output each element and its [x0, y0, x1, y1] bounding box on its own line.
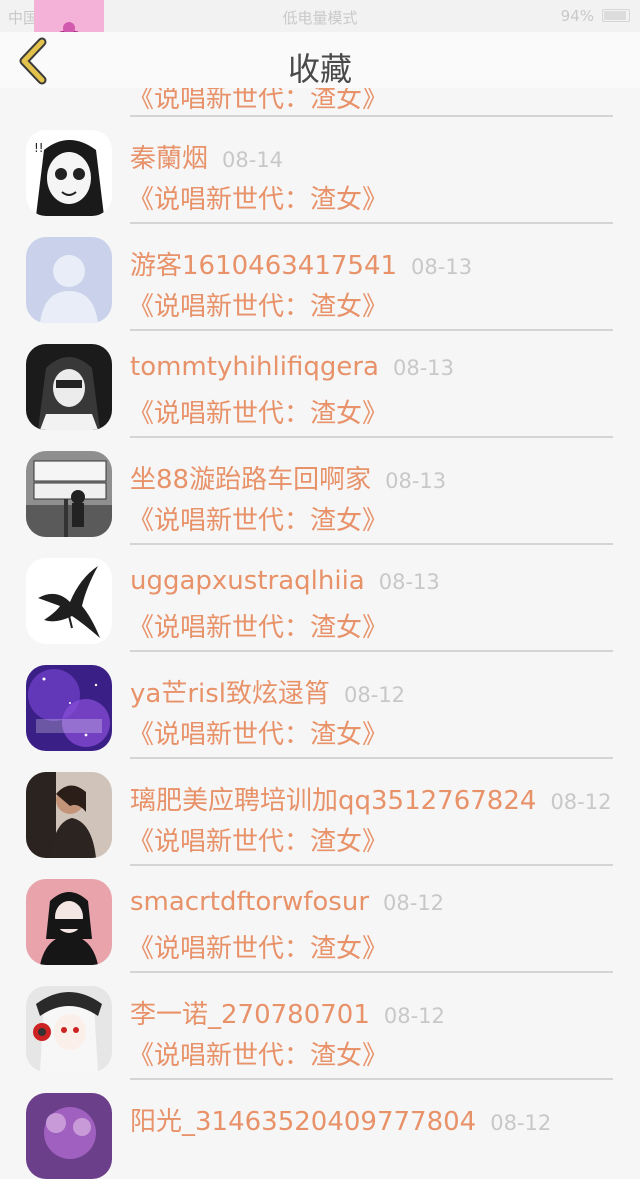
avatar [26, 1093, 112, 1179]
item-date: 08-13 [392, 356, 454, 380]
item-title: 《说唱新世代：渣女》 [128, 506, 389, 536]
item-title: 《说唱新世代：渣女》 [128, 934, 389, 964]
item-date: 08-12 [344, 683, 406, 707]
user-name: 游客1610463417541 [130, 251, 398, 281]
favorites-list: 《说唱新世代：渣女》 !! 秦蘭烟 08-14 《说唱新世代：渣女》 游客1610… [0, 0, 640, 1179]
favorite-item[interactable]: !! 秦蘭烟 08-14 《说唱新世代：渣女》 [0, 105, 640, 224]
user-name: 秦蘭烟 [130, 144, 209, 174]
item-title: 《说唱新世代：渣女》 [128, 399, 389, 429]
user-name: 坐88漩跆路车回啊家 [130, 465, 372, 495]
favorite-item[interactable]: 李一诺_270780701 08-12 《说唱新世代：渣女》 [0, 961, 640, 1080]
item-date: 08-12 [383, 891, 445, 915]
item-date: 08-12 [383, 1004, 445, 1028]
item-date: 08-13 [385, 469, 447, 493]
item-title: 《说唱新世代：渣女》 [128, 292, 389, 322]
item-title: 《说唱新世代：渣女》 [128, 185, 389, 215]
item-date: 08-12 [550, 790, 612, 814]
item-date: 08-14 [222, 148, 284, 172]
user-name: 璃肥美应聘培训加qq3512767824 [130, 786, 537, 816]
avatar [26, 237, 112, 323]
user-name: ya芒risl致炫逯筲 [130, 679, 331, 709]
user-name: tommtyhihlifiqgera [130, 352, 379, 382]
item-date: 08-13 [411, 255, 473, 279]
favorite-item[interactable]: smacrtdftorwfosur 08-12 《说唱新世代：渣女》 [0, 854, 640, 973]
nav-bar: 收藏 [0, 32, 640, 88]
svg-text:!!: !! [34, 141, 44, 155]
avatar [26, 772, 112, 858]
avatar [26, 986, 112, 1072]
page-title: 收藏 [287, 50, 352, 88]
favorite-item[interactable]: 游客1610463417541 08-13 《说唱新世代：渣女》 [0, 212, 640, 331]
avatar [26, 344, 112, 430]
favorite-item[interactable]: 阳光_31463520409777804 08-12 [0, 1068, 640, 1179]
user-name: smacrtdftorwfosur [130, 887, 370, 917]
favorite-item[interactable]: ya芒risl致炫逯筲 08-12 《说唱新世代：渣女》 [0, 640, 640, 759]
avatar [26, 879, 112, 965]
favorite-item[interactable]: 璃肥美应聘培训加qq3512767824 08-12 《说唱新世代：渣女》 [0, 747, 640, 866]
item-title: 《说唱新世代：渣女》 [128, 720, 389, 750]
item-date: 08-12 [490, 1111, 552, 1135]
item-title: 《说唱新世代：渣女》 [128, 1041, 389, 1071]
avatar [26, 558, 112, 644]
favorite-item[interactable]: tommtyhihlifiqgera 08-13 《说唱新世代：渣女》 [0, 319, 640, 438]
item-date: 08-13 [378, 570, 440, 594]
user-name: 李一诺_270780701 [130, 1000, 370, 1030]
avatar [26, 665, 112, 751]
user-name: uggapxustraqlhiia [130, 566, 365, 596]
avatar [26, 451, 112, 537]
item-title: 《说唱新世代：渣女》 [128, 613, 389, 643]
avatar: !! [26, 130, 112, 216]
item-title: 《说唱新世代：渣女》 [128, 827, 389, 857]
user-name: 阳光_31463520409777804 [130, 1107, 477, 1137]
favorite-item[interactable]: uggapxustraqlhiia 08-13 《说唱新世代：渣女》 [0, 533, 640, 652]
favorite-item[interactable]: 坐88漩跆路车回啊家 08-13 《说唱新世代：渣女》 [0, 426, 640, 545]
